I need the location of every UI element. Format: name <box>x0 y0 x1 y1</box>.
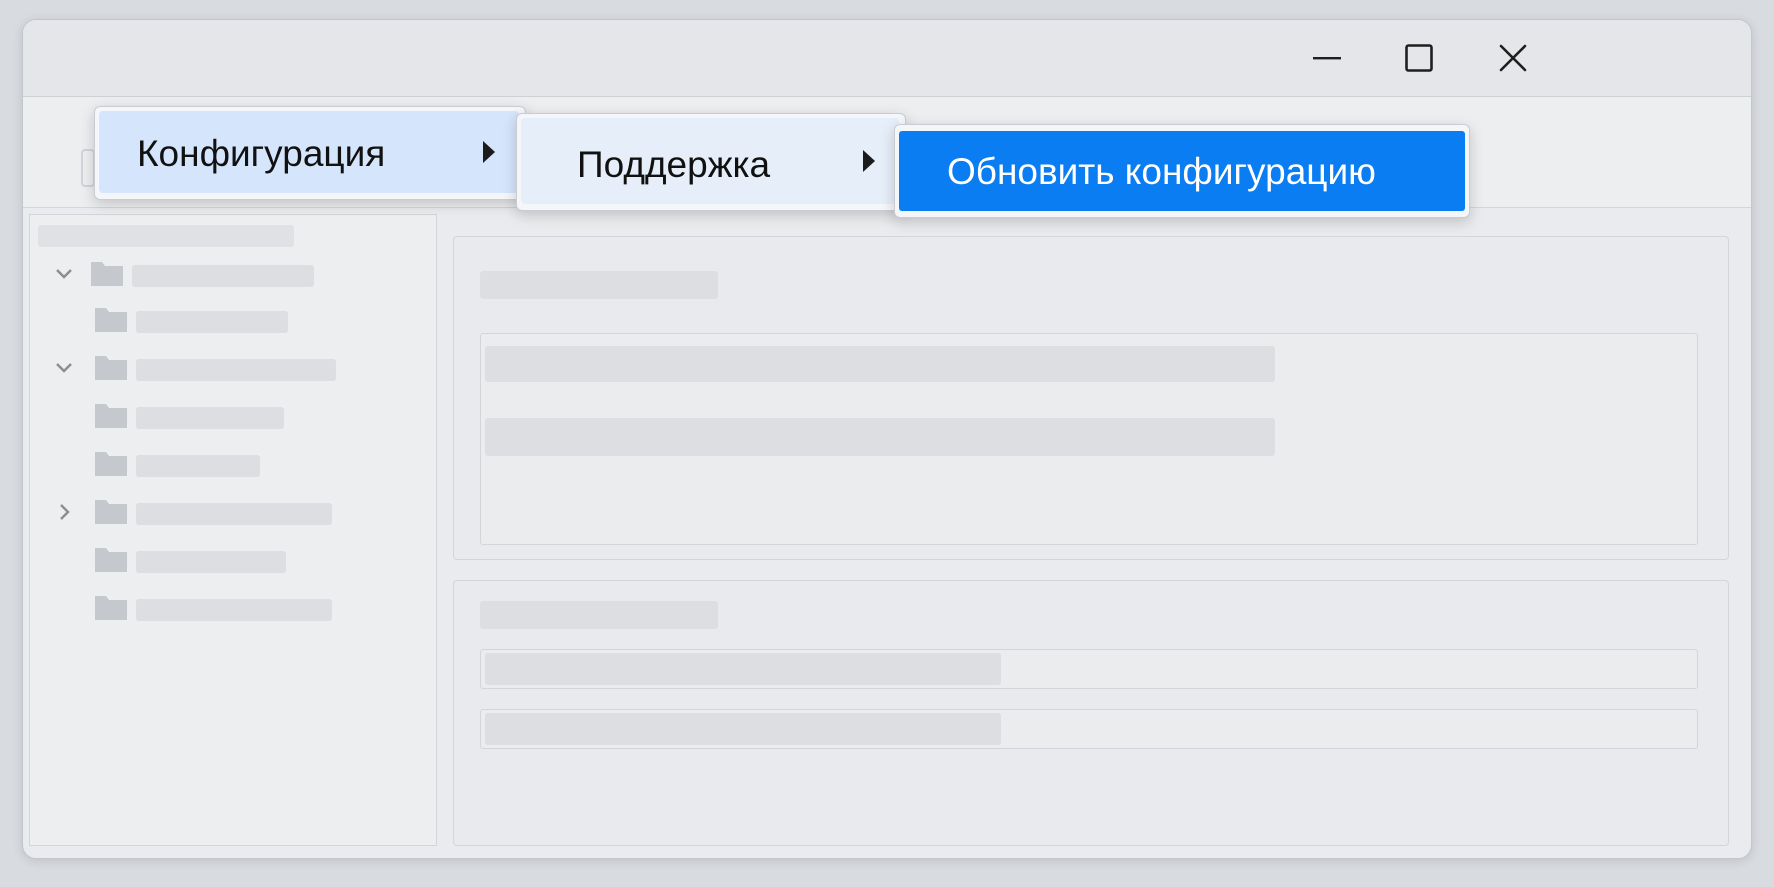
text-line-placeholder <box>485 418 1275 456</box>
menu-item-label: Обновить конфигурацию <box>947 151 1376 192</box>
tree-node[interactable] <box>30 301 436 337</box>
menu-level-2: Поддержка <box>516 113 906 211</box>
menu-item-label: Поддержка <box>577 144 771 185</box>
menu-item-label: Конфигурация <box>137 133 386 174</box>
folder-icon <box>91 262 123 286</box>
field-value-placeholder <box>485 653 1001 685</box>
chevron-right-icon[interactable] <box>54 502 74 522</box>
folder-icon <box>95 452 127 476</box>
folder-icon <box>95 356 127 380</box>
tree-node-label-placeholder <box>136 359 336 381</box>
menu-item-support[interactable]: Поддержка <box>521 118 899 204</box>
field-row[interactable] <box>480 649 1698 689</box>
tree-node-label-placeholder <box>132 265 314 287</box>
chevron-down-icon[interactable] <box>54 358 74 378</box>
close-icon <box>1499 44 1527 72</box>
maximize-button[interactable] <box>1391 34 1447 82</box>
tree-node-label-placeholder <box>136 551 286 573</box>
content-panel <box>453 236 1729 560</box>
tree-node[interactable] <box>30 397 436 433</box>
panel-body-box <box>480 333 1698 545</box>
folder-icon <box>95 596 127 620</box>
tree-node-label-placeholder <box>136 407 284 429</box>
menu-level-3: Обновить конфигурацию <box>894 124 1470 218</box>
tree-node[interactable] <box>30 589 436 625</box>
panel-title-placeholder <box>480 271 718 299</box>
maximize-icon <box>1405 44 1433 72</box>
folder-icon <box>95 308 127 332</box>
tree-node[interactable] <box>30 255 436 291</box>
field-row[interactable] <box>480 709 1698 749</box>
close-button[interactable] <box>1485 34 1541 82</box>
tree-node[interactable] <box>30 445 436 481</box>
menu-item-update-configuration[interactable]: Обновить конфигурацию <box>899 131 1465 211</box>
folder-icon <box>95 548 127 572</box>
menu-level-1: Конфигурация <box>94 106 526 200</box>
text-line-placeholder <box>485 346 1275 382</box>
content-panel <box>453 580 1729 846</box>
main-content <box>453 236 1729 846</box>
menubar-item-placeholder <box>81 149 95 187</box>
submenu-arrow-icon <box>483 141 495 163</box>
chevron-down-icon[interactable] <box>54 264 74 284</box>
folder-icon <box>95 404 127 428</box>
panel-title-placeholder <box>480 601 718 629</box>
tree-node-label-placeholder <box>136 455 260 477</box>
menu-item-configuration[interactable]: Конфигурация <box>99 111 519 193</box>
tree-node[interactable] <box>30 349 436 385</box>
tree-node-label-placeholder <box>136 599 332 621</box>
title-bar <box>23 20 1751 97</box>
minimize-button[interactable] <box>1299 34 1355 82</box>
sidebar-header-placeholder <box>38 225 294 247</box>
tree-node-label-placeholder <box>136 311 288 333</box>
tree-node[interactable] <box>30 541 436 577</box>
folder-icon <box>95 500 127 524</box>
sidebar-tree <box>29 214 437 846</box>
submenu-arrow-icon <box>863 150 875 172</box>
tree-node[interactable] <box>30 493 436 529</box>
field-value-placeholder <box>485 713 1001 745</box>
minimize-icon <box>1313 57 1341 60</box>
tree-node-label-placeholder <box>136 503 332 525</box>
